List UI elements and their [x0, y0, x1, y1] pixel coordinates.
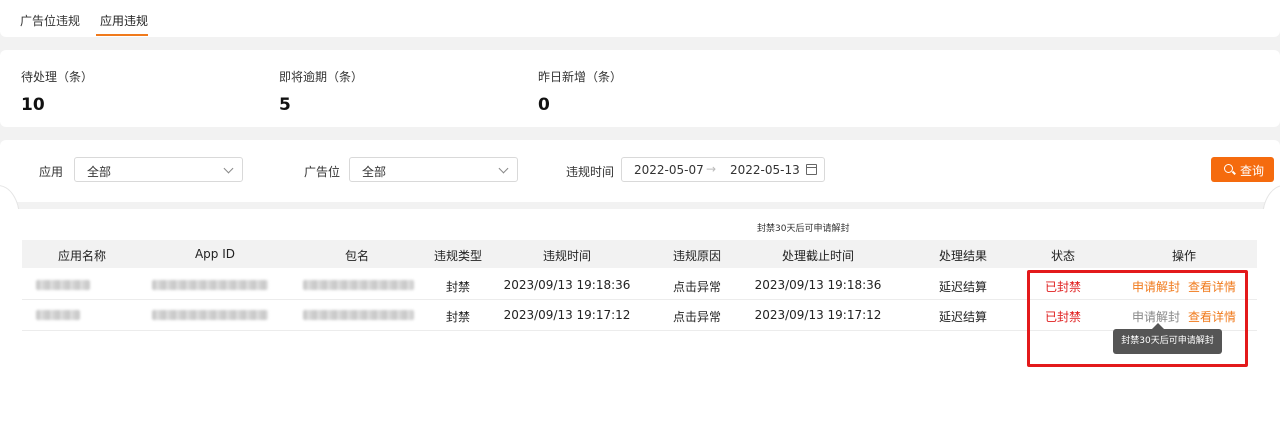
cell-result: 延迟结算 [938, 310, 988, 324]
stat-new-yesterday-value: 0 [538, 95, 550, 115]
blurred-app-name [36, 280, 90, 290]
cell-deadline: 2023/09/13 19:18:36 [754, 278, 882, 292]
search-icon [1224, 164, 1233, 173]
app-select[interactable]: 全部 [74, 157, 243, 182]
th-app-id: App ID [194, 247, 236, 261]
th-violation-type: 违规类型 [433, 249, 483, 263]
cell-deadline: 2023/09/13 19:17:12 [754, 308, 882, 322]
date-start[interactable]: 2022-05-07 [634, 163, 704, 177]
th-actions: 操作 [1171, 249, 1197, 263]
slot-filter-label: 广告位 [304, 165, 341, 179]
blurred-package-name [303, 310, 414, 320]
th-status: 状态 [1050, 249, 1076, 263]
stat-overdue-soon-label: 即将逾期（条） [279, 70, 364, 84]
stat-new-yesterday: 昨日新增（条） 0 [538, 68, 622, 115]
active-tab-indicator [96, 34, 148, 36]
blurred-app-name [36, 310, 80, 320]
date-range-picker[interactable]: 2022-05-07 → 2022-05-13 [621, 157, 825, 182]
query-button-label: 查询 [1240, 164, 1265, 178]
th-deadline: 处理截止时间 [781, 249, 855, 263]
arrow-right-icon: → [706, 162, 717, 176]
cell-result: 延迟结算 [938, 280, 988, 294]
calendar-icon[interactable] [806, 164, 817, 175]
th-package-name: 包名 [344, 249, 370, 263]
stat-pending: 待处理（条） 10 [21, 68, 93, 115]
slot-select-value: 全部 [362, 165, 387, 179]
stat-overdue-soon: 即将逾期（条） 5 [279, 68, 363, 115]
time-filter-label: 违规时间 [566, 165, 615, 179]
th-app-name: 应用名称 [57, 249, 107, 263]
date-end[interactable]: 2022-05-13 [730, 163, 800, 177]
tab-ad-slot-violation[interactable]: 广告位违规 [20, 12, 80, 29]
stat-pending-label: 待处理（条） [21, 70, 94, 84]
unban-hint-text: 封禁30天后可申请解封 [757, 224, 850, 234]
blurred-package-name [303, 280, 414, 290]
app-select-value: 全部 [87, 165, 112, 179]
cell-violation-time: 2023/09/13 19:18:36 [503, 278, 631, 292]
stat-pending-value: 10 [21, 95, 45, 115]
stat-new-yesterday-label: 昨日新增（条） [538, 70, 623, 84]
blurred-app-id [152, 310, 268, 320]
chevron-down-icon [223, 163, 234, 174]
stats-panel: 待处理（条） 10 即将逾期（条） 5 昨日新增（条） 0 [0, 50, 1280, 127]
cell-violation-type: 封禁 [445, 280, 471, 294]
cell-violation-reason: 点击异常 [672, 280, 722, 294]
cell-violation-reason: 点击异常 [672, 310, 722, 324]
tab-bar: 广告位违规 应用违规 [0, 0, 1280, 37]
highlight-box [1027, 270, 1248, 367]
chevron-down-icon [498, 163, 509, 174]
slot-select[interactable]: 全部 [349, 157, 518, 182]
cell-violation-type: 封禁 [445, 310, 471, 324]
th-violation-reason: 违规原因 [672, 249, 722, 263]
cell-violation-time: 2023/09/13 19:17:12 [503, 308, 631, 322]
tab-app-violation[interactable]: 应用违规 [100, 12, 148, 29]
th-result: 处理结果 [938, 249, 988, 263]
th-violation-time: 违规时间 [542, 249, 592, 263]
query-button[interactable]: 查询 [1211, 157, 1274, 182]
blurred-app-id [152, 280, 268, 290]
app-filter-label: 应用 [39, 165, 64, 179]
stat-overdue-soon-value: 5 [279, 95, 291, 115]
